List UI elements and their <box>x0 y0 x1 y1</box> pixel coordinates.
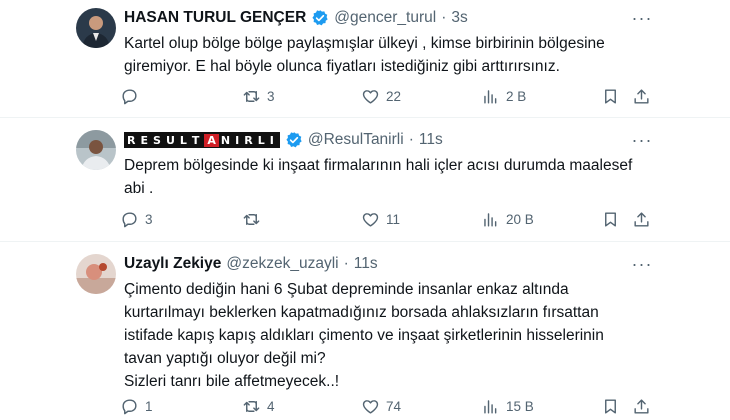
like-count: 11 <box>386 211 401 227</box>
author-handle[interactable]: @zekzek_uzayli <box>226 255 338 273</box>
tweet-3[interactable]: Uzaylı Zekiye @zekzek_uzayli · 11s ··· Ç… <box>0 242 730 420</box>
views-icon <box>484 212 497 227</box>
views-count: 20 B <box>506 211 534 227</box>
share-icon <box>634 398 649 414</box>
bookmark-button[interactable] <box>601 85 620 107</box>
views-icon <box>484 399 497 414</box>
views-icon <box>484 89 497 104</box>
action-bar: 3 22 2 B <box>120 85 660 107</box>
like-count: 22 <box>386 88 402 104</box>
share-icon <box>634 88 649 104</box>
author-name[interactable]: RESULTANIRLI <box>124 132 280 148</box>
bookmark-button[interactable] <box>601 208 620 230</box>
author-name[interactable]: HASAN TURUL GENÇER <box>124 9 306 27</box>
verified-icon <box>312 10 328 26</box>
reply-icon <box>122 211 137 227</box>
views-button[interactable]: 15 B <box>481 395 534 417</box>
share-button[interactable] <box>632 85 651 107</box>
reply-icon <box>122 88 137 104</box>
share-button[interactable] <box>632 395 651 417</box>
bookmark-button[interactable] <box>601 395 620 417</box>
avatar[interactable] <box>76 254 116 294</box>
views-count: 2 B <box>506 88 527 104</box>
tweet-text: Çimento dediğin hani 6 Şubat depreminde … <box>124 281 604 390</box>
timestamp[interactable]: 3s <box>451 9 467 27</box>
retweet-button[interactable]: 4 <box>242 395 275 417</box>
separator-dot: · <box>441 9 447 26</box>
more-icon[interactable]: ··· <box>630 254 654 274</box>
reply-icon <box>122 398 137 414</box>
timestamp[interactable]: 11s <box>419 131 443 149</box>
reply-button[interactable] <box>120 85 145 107</box>
reply-count: 1 <box>145 398 153 414</box>
verified-icon <box>286 132 302 148</box>
bookmark-icon <box>605 211 616 227</box>
like-icon <box>362 399 379 414</box>
retweet-button[interactable]: 3 <box>242 85 275 107</box>
bookmark-icon <box>605 88 616 104</box>
avatar[interactable] <box>76 8 116 48</box>
like-button[interactable]: 22 <box>361 85 401 107</box>
views-button[interactable]: 20 B <box>481 208 534 230</box>
retweet-icon <box>243 213 260 225</box>
reply-button[interactable]: 1 <box>120 395 153 417</box>
retweet-icon <box>243 400 260 412</box>
like-button[interactable]: 11 <box>361 208 400 230</box>
retweet-icon <box>243 90 260 102</box>
separator-dot: · <box>343 255 349 272</box>
more-icon[interactable]: ··· <box>630 130 654 150</box>
separator-dot: · <box>408 131 414 148</box>
avatar[interactable] <box>76 130 116 170</box>
author-handle[interactable]: @gencer_turul <box>334 9 436 27</box>
like-icon <box>362 212 379 227</box>
like-count: 74 <box>386 398 402 414</box>
tweet-text: Kartel olup bölge bölge paylaşmışlar ülk… <box>124 35 605 75</box>
retweet-count: 3 <box>267 88 275 104</box>
views-button[interactable]: 2 B <box>481 85 526 107</box>
like-button[interactable]: 74 <box>361 395 401 417</box>
tweet-2[interactable]: RESULTANIRLI @ResulTanirli · 11s ··· Dep… <box>0 118 730 242</box>
author-handle[interactable]: @ResulTanirli <box>308 131 404 149</box>
action-bar: 1 4 74 15 B <box>120 395 660 417</box>
views-count: 15 B <box>506 398 534 414</box>
retweet-button[interactable] <box>242 208 267 230</box>
author-name[interactable]: Uzaylı Zekiye <box>124 255 221 273</box>
action-bar: 3 11 20 B <box>120 208 660 230</box>
like-icon <box>362 89 379 104</box>
timestamp[interactable]: 11s <box>354 255 378 273</box>
bookmark-icon <box>605 398 616 414</box>
tweet-1[interactable]: HASAN TURUL GENÇER @gencer_turul · 3s ··… <box>0 0 730 118</box>
tweet-text: Deprem bölgesinde ki inşaat firmalarının… <box>124 157 633 197</box>
reply-count: 3 <box>145 211 153 227</box>
more-icon[interactable]: ··· <box>630 8 654 28</box>
retweet-count: 4 <box>267 398 275 414</box>
share-button[interactable] <box>632 208 651 230</box>
share-icon <box>634 211 649 227</box>
reply-button[interactable]: 3 <box>120 208 153 230</box>
